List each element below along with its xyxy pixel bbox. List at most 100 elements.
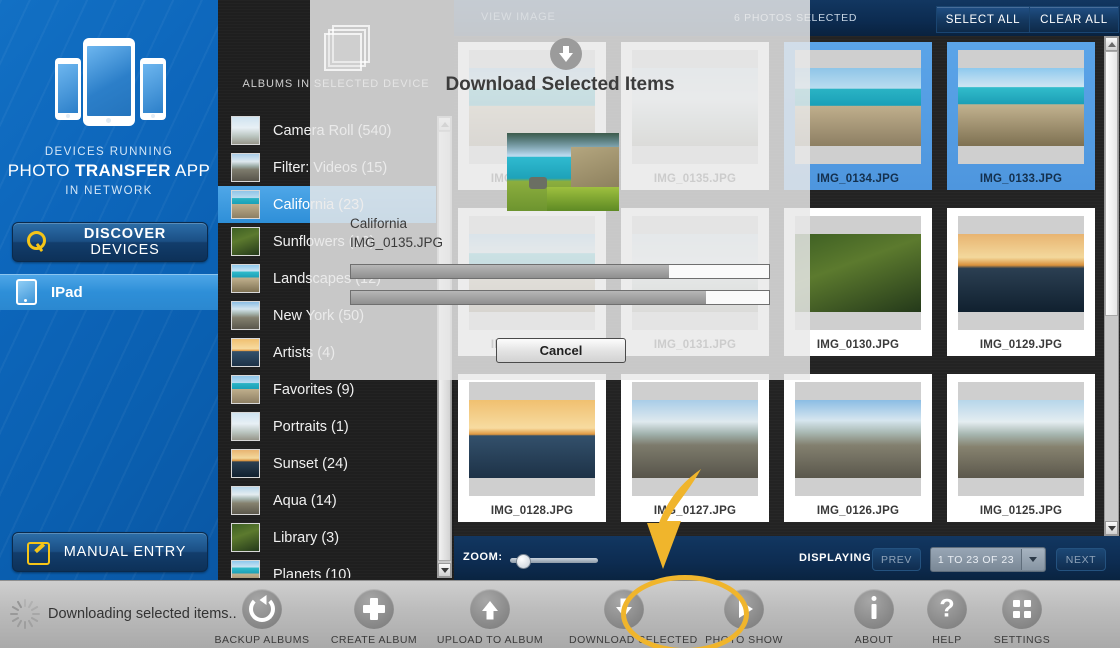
toolbar-button-photo-show[interactable]: PHOTO SHOW bbox=[689, 589, 799, 646]
upload-icon bbox=[470, 589, 510, 629]
album-row[interactable]: Aqua (14) bbox=[218, 482, 436, 519]
photo-cell[interactable]: IMG_0128.JPG bbox=[458, 374, 606, 522]
photo-image bbox=[469, 400, 595, 478]
album-label: Favorites (9) bbox=[273, 381, 355, 398]
grid-control-bar: ZOOM: DISPLAYING: PREV 1 TO 23 OF 23 NEX… bbox=[454, 536, 1120, 580]
manual-entry-label: MANUAL ENTRY bbox=[49, 544, 207, 560]
toolbar-button-upload-to-album[interactable]: UPLOAD TO ALBUM bbox=[435, 589, 545, 646]
download-preview-thumbnail bbox=[507, 133, 619, 211]
album-row[interactable]: Planets (10) bbox=[218, 556, 436, 578]
modal-file-name: IMG_0135.JPG bbox=[350, 235, 444, 250]
photo-cell[interactable]: IMG_0127.JPG bbox=[621, 374, 769, 522]
info-icon bbox=[854, 589, 894, 629]
zoom-slider-handle[interactable] bbox=[515, 554, 531, 569]
devices-caption-brand: PHOTO TRANSFER APP bbox=[0, 161, 218, 181]
grid-scroll-down-icon[interactable] bbox=[1105, 521, 1118, 535]
albums-scroll-down-icon[interactable] bbox=[438, 563, 451, 577]
zoom-slider[interactable] bbox=[510, 554, 598, 569]
photo-image bbox=[795, 234, 921, 312]
photo-thumbnail bbox=[795, 382, 921, 496]
entry-word: ENTRY bbox=[133, 544, 187, 560]
photo-thumbnail bbox=[632, 382, 758, 496]
photo-cell[interactable]: IMG_0133.JPG bbox=[947, 42, 1095, 190]
brand-photo: PHOTO bbox=[7, 161, 76, 180]
download-modal: Download Selected Items California IMG_0… bbox=[310, 0, 810, 380]
album-thumbnail bbox=[231, 116, 260, 145]
album-label: Library (3) bbox=[273, 529, 340, 546]
photo-thumbnail bbox=[795, 216, 921, 330]
manual-word: MANUAL bbox=[63, 544, 134, 560]
toolbar-button-download-selected[interactable]: DOWNLOAD SELECTED bbox=[569, 589, 698, 646]
album-thumbnail bbox=[231, 264, 260, 293]
device-list-item-ipad[interactable]: IPad bbox=[0, 274, 218, 310]
discover-devices-button[interactable]: DISCOVER DEVICES bbox=[12, 222, 208, 262]
photo-cell[interactable]: IMG_0125.JPG bbox=[947, 374, 1095, 522]
tablet-icon bbox=[16, 279, 37, 305]
photo-filename-label: IMG_0133.JPG bbox=[979, 173, 1063, 185]
photo-card: IMG_0133.JPG bbox=[947, 42, 1095, 190]
toolbar-button-settings[interactable]: SETTINGS bbox=[967, 589, 1077, 646]
discover-word: DISCOVER bbox=[83, 226, 167, 242]
app-window: DEVICES RUNNING PHOTO TRANSFER APP IN NE… bbox=[0, 0, 1120, 648]
brand-app: APP bbox=[170, 161, 211, 180]
download-icon bbox=[604, 589, 644, 629]
photo-cell[interactable]: IMG_0126.JPG bbox=[784, 374, 932, 522]
brand-transfer: TRANSFER bbox=[75, 161, 171, 180]
photo-thumbnail bbox=[958, 50, 1084, 164]
modal-album-name: California bbox=[350, 216, 408, 231]
iphone-left-icon bbox=[55, 58, 81, 120]
album-thumbnail bbox=[231, 375, 260, 404]
clear-all-button[interactable]: CLEAR ALL bbox=[1029, 6, 1119, 33]
iphone-right-icon bbox=[140, 58, 166, 120]
album-thumbnail bbox=[231, 486, 260, 515]
grid-scroll-up-icon[interactable] bbox=[1105, 37, 1118, 51]
photo-thumbnail bbox=[958, 216, 1084, 330]
album-thumbnail bbox=[231, 523, 260, 552]
overall-progress-fill bbox=[351, 265, 669, 278]
zoom-label: ZOOM: bbox=[463, 551, 503, 563]
photo-filename-label: IMG_0129.JPG bbox=[979, 339, 1063, 351]
album-row[interactable]: Library (3) bbox=[218, 519, 436, 556]
select-all-button[interactable]: SELECT ALL bbox=[936, 6, 1030, 33]
plus-icon bbox=[354, 589, 394, 629]
chevron-down-icon[interactable] bbox=[1021, 549, 1044, 570]
photo-grid-scrollbar[interactable] bbox=[1104, 36, 1119, 536]
album-thumbnail bbox=[231, 338, 260, 367]
page-range-select[interactable]: 1 TO 23 OF 23 bbox=[930, 547, 1046, 572]
photo-image bbox=[795, 68, 921, 146]
devices-illustration bbox=[0, 38, 218, 138]
manual-entry-button[interactable]: MANUAL ENTRY bbox=[12, 532, 208, 572]
photo-image bbox=[795, 400, 921, 478]
toolbar-button-label: SETTINGS bbox=[993, 634, 1051, 646]
toolbar-button-label: PHOTO SHOW bbox=[705, 634, 783, 646]
album-row[interactable]: Sunset (24) bbox=[218, 445, 436, 482]
page-range-value: 1 TO 23 OF 23 bbox=[937, 553, 1015, 566]
photo-image bbox=[958, 400, 1084, 478]
photo-cell[interactable]: IMG_0129.JPG bbox=[947, 208, 1095, 356]
photo-card: IMG_0127.JPG bbox=[621, 374, 769, 522]
photo-thumbnail bbox=[795, 50, 921, 164]
album-label: Planets (10) bbox=[273, 566, 352, 579]
album-label: Aqua (14) bbox=[273, 492, 337, 509]
toolbar-button-backup-albums[interactable]: BACKUP ALBUMS bbox=[207, 589, 317, 646]
toolbar-button-create-album[interactable]: CREATE ALBUM bbox=[319, 589, 429, 646]
devices-caption-line1: DEVICES RUNNING bbox=[44, 146, 174, 158]
album-row[interactable]: Portraits (1) bbox=[218, 408, 436, 445]
photo-thumbnail bbox=[958, 382, 1084, 496]
grid-icon bbox=[1002, 589, 1042, 629]
edit-icon bbox=[27, 542, 50, 565]
photo-image bbox=[958, 68, 1084, 146]
toolbar-button-label: CREATE ALBUM bbox=[330, 634, 418, 646]
next-page-button[interactable]: NEXT bbox=[1056, 548, 1106, 571]
photo-image bbox=[632, 400, 758, 478]
loading-spinner-icon bbox=[10, 599, 40, 629]
toolbar-button-label: DOWNLOAD SELECTED bbox=[569, 634, 698, 646]
grid-scroll-thumb[interactable] bbox=[1105, 51, 1118, 316]
prev-page-button[interactable]: PREV bbox=[872, 548, 921, 571]
photo-card: IMG_0126.JPG bbox=[784, 374, 932, 522]
question-icon: ? bbox=[927, 589, 967, 629]
album-label: Sunset (24) bbox=[273, 455, 348, 472]
bottom-toolbar: Downloading selected items.. BACKUP ALBU… bbox=[0, 580, 1120, 648]
cancel-button[interactable]: Cancel bbox=[496, 338, 626, 363]
album-thumbnail bbox=[231, 412, 260, 441]
